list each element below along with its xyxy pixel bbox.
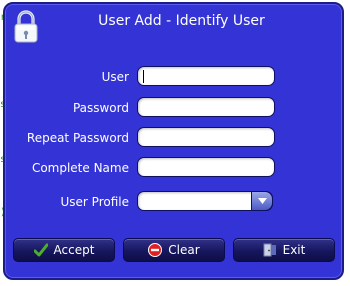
user-profile-label: User Profile xyxy=(60,195,129,209)
complete-name-row: Complete Name xyxy=(5,157,342,181)
user-label: User xyxy=(101,70,129,84)
text-caret xyxy=(143,70,144,83)
no-entry-icon xyxy=(148,243,163,257)
checkmark-icon xyxy=(33,243,48,257)
password-label: Password xyxy=(72,101,129,115)
password-input[interactable] xyxy=(137,97,275,117)
exit-door-icon xyxy=(263,243,276,257)
clear-button[interactable]: Clear xyxy=(123,238,225,262)
clear-label: Clear xyxy=(168,243,200,257)
accept-button[interactable]: Accept xyxy=(13,238,115,262)
complete-name-input[interactable] xyxy=(137,157,275,177)
repeat-password-input[interactable] xyxy=(137,127,275,147)
password-row: Password xyxy=(5,97,342,121)
repeat-password-row: Repeat Password xyxy=(5,127,342,151)
chevron-down-icon xyxy=(258,198,267,204)
user-add-dialog: User Add - Identify User User Password R… xyxy=(3,2,344,280)
user-profile-select[interactable] xyxy=(137,191,273,211)
exit-button[interactable]: Exit xyxy=(233,238,335,262)
user-row: User xyxy=(5,66,342,90)
user-profile-row: User Profile xyxy=(5,191,342,215)
exit-label: Exit xyxy=(282,243,306,257)
user-input[interactable] xyxy=(137,66,275,86)
accept-label: Accept xyxy=(53,243,95,257)
dialog-title: User Add - Identify User xyxy=(98,13,265,29)
repeat-password-label: Repeat Password xyxy=(26,131,129,145)
complete-name-label: Complete Name xyxy=(31,161,129,175)
dropdown-button[interactable] xyxy=(251,191,273,211)
